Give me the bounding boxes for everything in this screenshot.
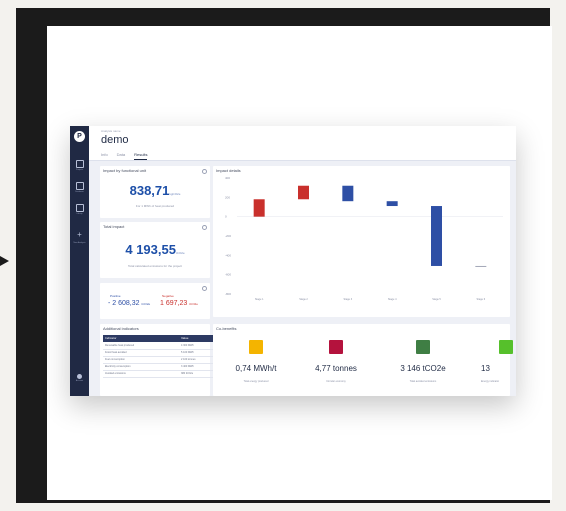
table-cell: Avoided emissions: [105, 372, 126, 375]
table-cell: 2 100 tonnes: [181, 358, 196, 361]
database-icon: [75, 182, 84, 190]
delta-positive-value: - 2 608,32 tCO2e: [108, 300, 151, 307]
y-tick-label: -400: [225, 253, 231, 257]
card-title: Co-benefits: [216, 326, 237, 331]
plus-icon: +: [77, 230, 82, 239]
total-impact-card: Total impact 4 193,55tCO2e Total calcula…: [100, 222, 210, 278]
table-cell: 380 tCO2e: [181, 372, 194, 375]
impact-details-card: Impact details 400 200 0 -200 -400 -600 -800 St…: [213, 166, 510, 317]
chart-bar[interactable]: [298, 185, 309, 200]
y-tick-label: -600: [225, 273, 231, 277]
sidebar-item-label: Projects: [75, 169, 84, 171]
info-icon[interactable]: [202, 169, 207, 174]
pointer-arrow-icon: [0, 256, 9, 266]
chart-bar[interactable]: [386, 201, 398, 207]
page-header: Analysis name demo Info Data Results: [89, 126, 516, 161]
sidebar-item-label: New Analysis: [73, 242, 86, 244]
table-row: Renewable heat produced 4 300 MWh: [103, 343, 216, 350]
delta-negative-label: Negative: [162, 294, 174, 298]
table-cell: 3 400 MWh: [181, 365, 194, 368]
sidebar-item-new-analysis[interactable]: + New Analysis: [70, 224, 89, 245]
delta-card: Positive - 2 608,32 tCO2e Negative 1 697…: [100, 283, 210, 319]
y-tick-label: -800: [225, 292, 231, 296]
library-icon: [75, 204, 84, 212]
card-title: Impact by functional unit: [103, 168, 147, 173]
tab-results[interactable]: Results: [134, 152, 148, 160]
sidebar-item-database[interactable]: Database: [70, 178, 89, 198]
user-icon: [77, 374, 82, 379]
sdg-partial-icon: [499, 340, 513, 354]
table-cell: Electricity consumption: [105, 365, 131, 368]
table-cell: Fuel consumption: [105, 358, 125, 361]
co-benefit-value: 3 146 tCO2e: [400, 364, 446, 373]
y-tick-label: 200: [225, 195, 230, 199]
co-benefit-label: Total avoided emissions: [409, 380, 437, 383]
sdg-climate-icon: [416, 340, 430, 354]
table-cell: 4 300 MWh: [181, 344, 194, 347]
table-cell: Renewable heat produced: [105, 344, 135, 347]
sidebar: P Projects Database Library + New Analys…: [70, 126, 89, 396]
delta-negative-value: 1 697,23 tCO2e: [160, 300, 198, 307]
table-row: Fuel consumption 2 100 tonnes: [103, 357, 216, 364]
co-benefit-label: Energy indicator: [481, 380, 500, 383]
table-cell: 5 100 MWh: [181, 351, 194, 354]
table-row: Electricity consumption 3 400 MWh: [103, 364, 216, 371]
column-header: Value: [181, 336, 189, 340]
sidebar-item-library[interactable]: Library: [70, 200, 89, 220]
sdg-industry-icon: [329, 340, 343, 354]
indicators-card: Additional indicators Indicator Value Re…: [100, 324, 216, 396]
impact-chart: 400 200 0 -200 -400 -600 -800 Stage 1 Stage 2 Sta…: [225, 176, 503, 301]
x-tick-label: Stage 4: [388, 298, 397, 301]
x-tick-label: Stage 3: [344, 298, 353, 301]
sidebar-item-projects[interactable]: Projects: [70, 156, 89, 176]
functional-impact-note: For 1 MWh of heat produced: [135, 204, 175, 208]
card-title: Total impact: [103, 224, 125, 229]
breadcrumb[interactable]: Analysis name: [101, 129, 121, 133]
y-tick-label: -200: [225, 234, 231, 238]
co-benefits-card: Co-benefits 0,74 MWh/t Total energy prod…: [213, 324, 513, 396]
tab-bar: Info Data Results: [101, 152, 156, 160]
co-benefit-value: 4,77 tonnes: [315, 364, 357, 373]
document-icon: [75, 160, 84, 168]
functional-impact-value: 838,71kgCO2e: [129, 183, 181, 198]
x-tick-label: Stage 6: [477, 298, 486, 301]
chart-bar[interactable]: [475, 265, 487, 267]
user-account[interactable]: Account: [70, 374, 89, 388]
sidebar-item-label: Database: [75, 191, 84, 193]
x-tick-label: Stage 1: [255, 298, 264, 301]
info-icon[interactable]: [202, 225, 207, 230]
page-title: demo: [101, 134, 129, 146]
co-benefit-value: 13: [481, 364, 490, 373]
functional-impact-card: Impact by functional unit 838,71kgCO2e F…: [100, 166, 210, 218]
table-header: Indicator Value: [103, 335, 216, 342]
app-window: P Projects Database Library + New Analys…: [70, 126, 516, 396]
user-label: Account: [75, 380, 84, 382]
tab-data[interactable]: Data: [117, 152, 125, 160]
info-icon[interactable]: [202, 286, 207, 291]
x-tick-label: Stage 2: [299, 298, 308, 301]
total-impact-note: Total calculated emissions for the proje…: [127, 264, 183, 268]
chart-bar[interactable]: [431, 206, 442, 266]
sdg-energy-icon: [249, 340, 263, 354]
x-tick-label: Stage 5: [432, 298, 441, 301]
table-row: Fossil heat avoided 5 100 MWh: [103, 350, 216, 357]
tab-info[interactable]: Info: [101, 152, 108, 160]
total-impact-value: 4 193,55tCO2e: [125, 242, 185, 257]
y-tick-label: 0: [225, 215, 227, 219]
co-benefit-label: Total energy produced: [243, 380, 269, 383]
co-benefit-label: Circular economy: [326, 380, 346, 383]
card-title: Additional indicators: [103, 326, 139, 331]
delta-positive-label: Positive: [110, 294, 121, 298]
y-tick-label: 400: [225, 176, 230, 180]
chart-bar[interactable]: [342, 185, 354, 202]
column-header: Indicator: [105, 336, 117, 340]
co-benefit-value: 0,74 MWh/t: [235, 364, 277, 373]
app-logo[interactable]: P: [74, 131, 85, 142]
sidebar-item-label: Library: [76, 213, 83, 215]
table-cell: Fossil heat avoided: [105, 351, 127, 354]
chart-bar[interactable]: [253, 199, 265, 217]
table-row: Avoided emissions 380 tCO2e: [103, 371, 216, 378]
